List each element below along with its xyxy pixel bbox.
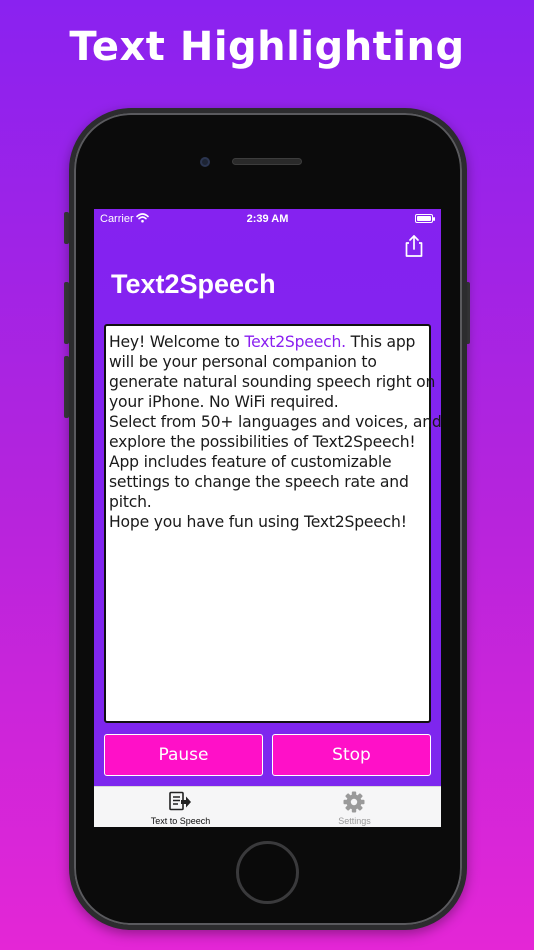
app-title: Text2Speech [111,269,276,299]
gear-icon [343,791,365,813]
headline: Text Highlighting [69,24,465,70]
text-line: App includes feature of customizable [109,453,392,471]
phone-screen: Carrier 2:39 AM Text2Speech Hey! Welcome… [94,209,441,827]
home-button [236,841,299,904]
earpiece-speaker [232,158,302,165]
tab-label: Settings [338,816,371,826]
text-line: will be your personal companion to [109,353,377,371]
text-line: your iPhone. No WiFi required. [109,393,339,411]
navigation-area: Carrier 2:39 AM Text2Speech Hey! Welcome… [94,209,441,786]
status-time: 2:39 AM [246,213,289,225]
tab-settings[interactable]: Settings [268,787,441,827]
text-line: explore the possibilities of Text2Speech… [109,433,416,451]
text-segment: Hey! Welcome to [109,333,245,351]
tab-bar: Text to Speech Settings [94,786,441,827]
text-line: generate natural sounding speech right o… [109,373,436,391]
text-line-1: Hey! Welcome to Text2Speech. This app [109,332,426,352]
tab-label: Text to Speech [150,816,211,826]
text-line: pitch. [109,493,152,511]
text-to-speech-icon [169,791,191,811]
tab-text-to-speech[interactable]: Text to Speech [94,787,267,827]
text-line: Hope you have fun using Text2Speech! [109,513,407,531]
text-segment: This app [345,333,416,351]
battery-icon [415,214,435,223]
stop-button[interactable]: Stop [272,734,431,776]
pause-button[interactable]: Pause [104,734,263,776]
text-line: Select from 50+ languages and voices, an… [109,413,441,431]
highlighted-word: Text2Speech. [244,333,346,351]
text-line: settings to change the speech rate and [109,473,409,491]
status-bar: Carrier 2:39 AM [94,209,441,229]
speech-text-area[interactable]: Hey! Welcome to Text2Speech. This app wi… [104,324,441,723]
front-camera [200,157,210,167]
share-icon[interactable] [403,234,425,258]
